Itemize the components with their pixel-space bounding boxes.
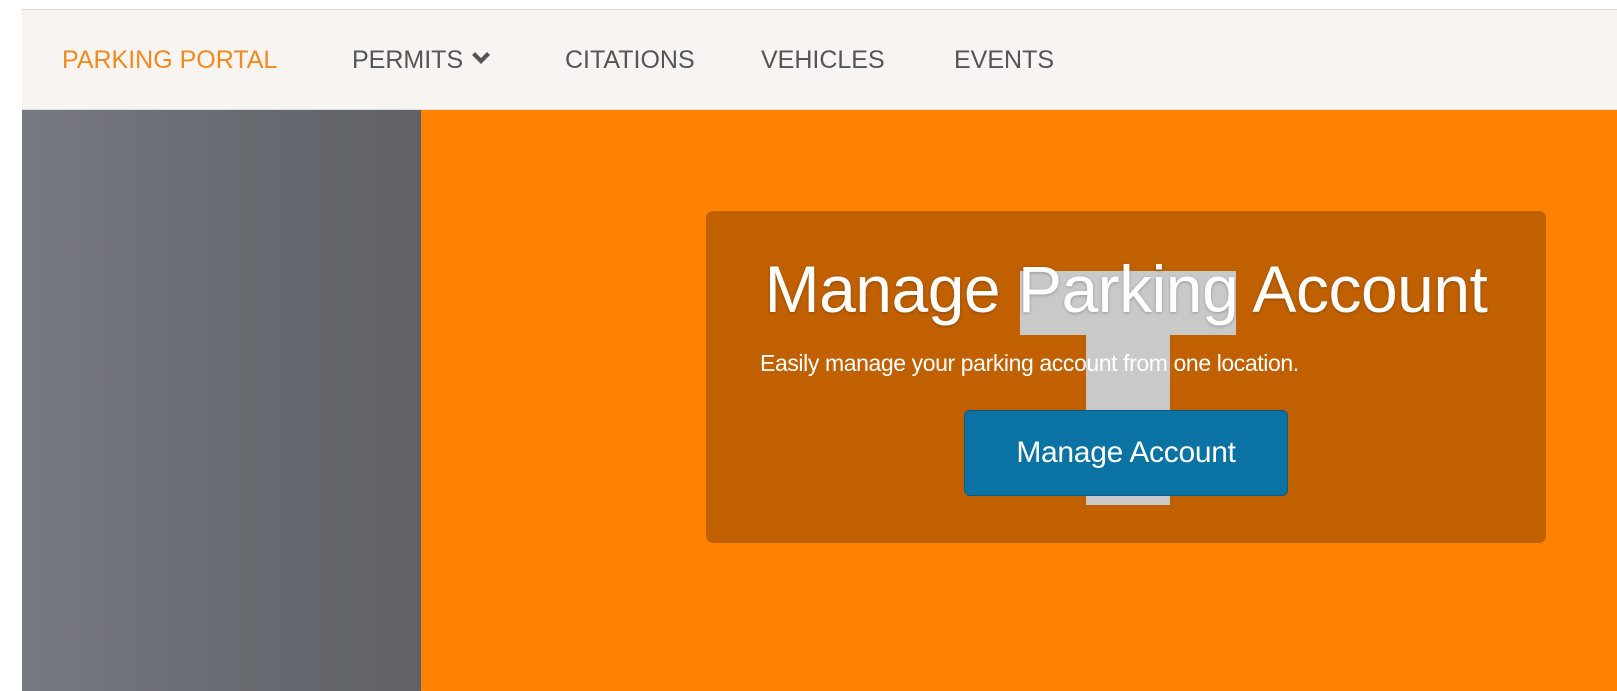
hero-subtitle: Easily manage your parking account from … [760,350,1299,376]
side-panel [22,110,421,691]
nav-brand-link[interactable]: PARKING PORTAL [62,46,277,75]
nav-events-link[interactable]: EVENTS [954,46,1054,75]
chevron-down-icon [471,44,491,73]
hero-card: Manage Parking Account Easily manage you… [706,211,1546,543]
nav-permits-label: PERMITS [352,46,464,74]
nav-vehicles-link[interactable]: VEHICLES [761,46,885,75]
nav-citations-link[interactable]: CITATIONS [565,46,695,75]
navbar: PARKING PORTAL PERMITS CITATIONS VEHICLE… [22,10,1617,110]
manage-account-button[interactable]: Manage Account [964,410,1288,496]
nav-permits-dropdown[interactable]: PERMITS [352,46,491,76]
page: PARKING PORTAL PERMITS CITATIONS VEHICLE… [0,0,1617,691]
hero-title: Manage Parking Account [764,252,1488,326]
